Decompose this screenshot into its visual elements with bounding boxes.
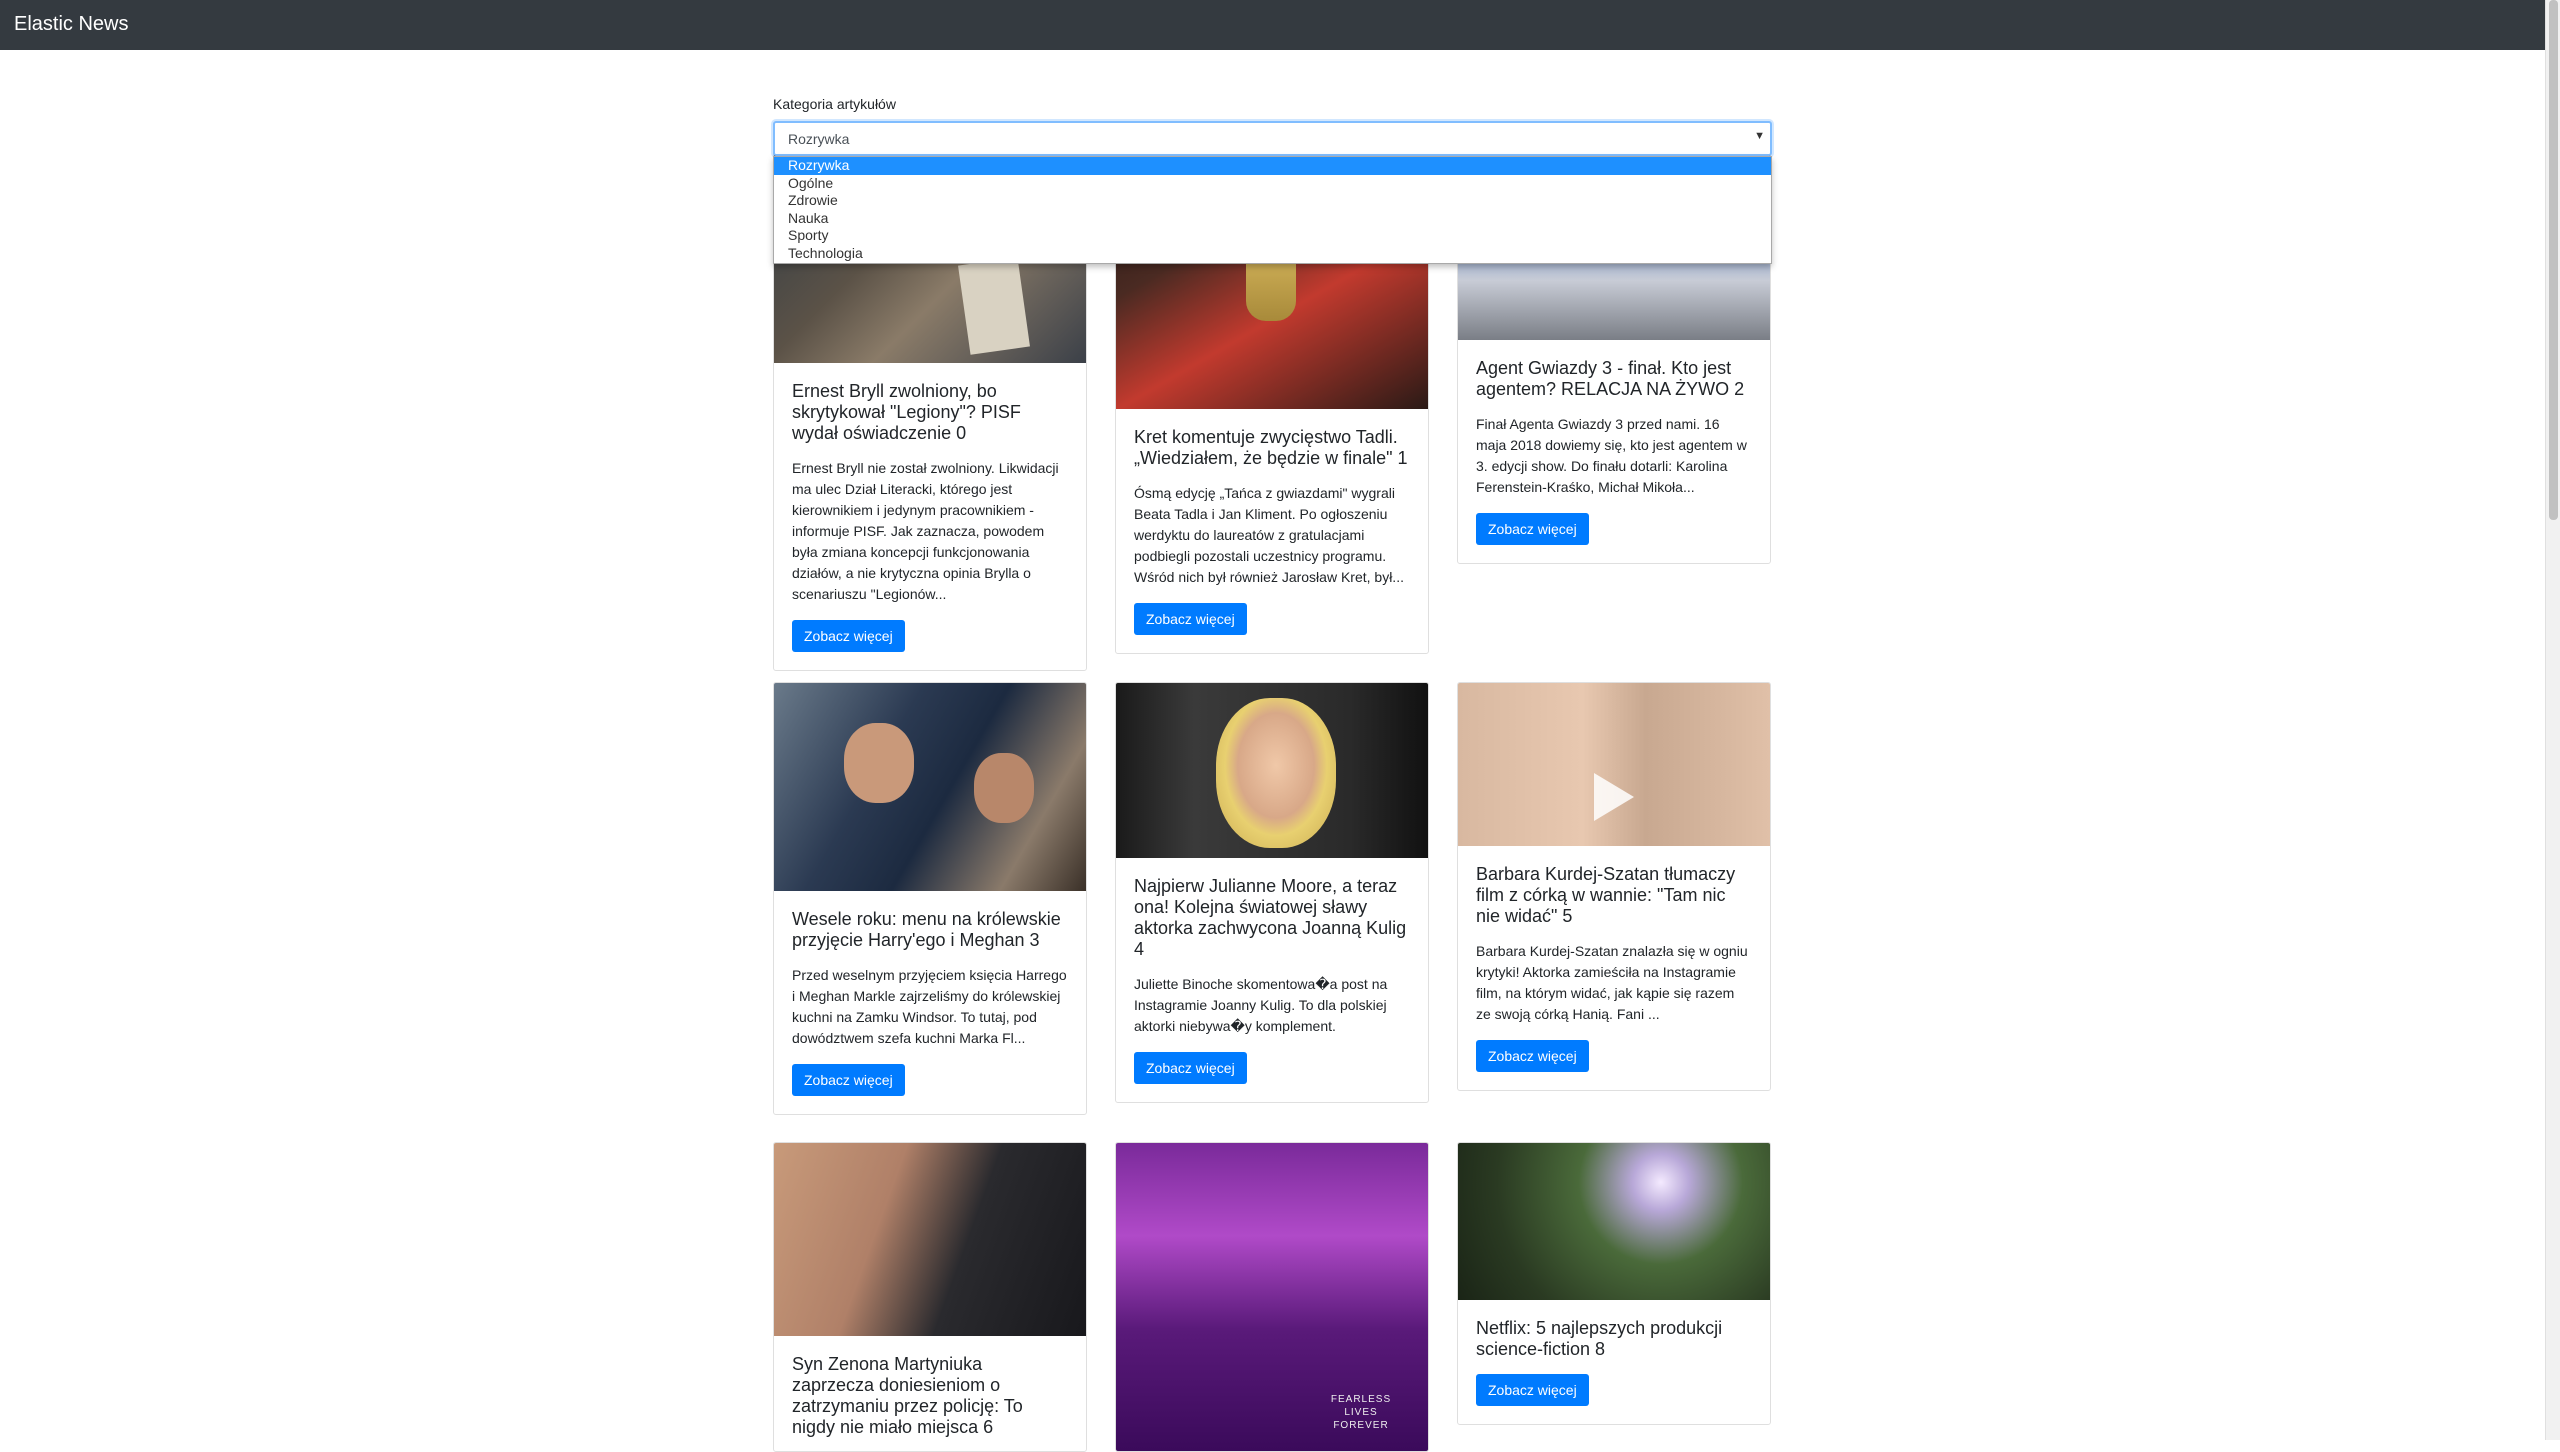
category-select[interactable]: Rozrywka ▼ bbox=[773, 121, 1772, 156]
article-title[interactable]: Wesele roku: menu na królewskie przyjęci… bbox=[792, 909, 1068, 951]
dropdown-arrow-icon[interactable]: ▼ bbox=[1754, 130, 1765, 142]
article-image bbox=[1116, 683, 1428, 858]
top-navbar: Elastic News bbox=[0, 0, 2545, 50]
article-image bbox=[774, 1143, 1086, 1336]
read-more-button[interactable]: Zobacz więcej bbox=[792, 1064, 905, 1096]
article-excerpt: Finał Agenta Gwiazdy 3 przed nami. 16 ma… bbox=[1476, 416, 1747, 495]
article-image bbox=[1458, 1143, 1770, 1300]
dropdown-option-technologia[interactable]: Technologia bbox=[774, 245, 1771, 263]
dropdown-option-sporty[interactable]: Sporty bbox=[774, 227, 1771, 245]
category-select-value: Rozrywka bbox=[788, 131, 850, 147]
scrollbar-thumb[interactable] bbox=[2549, 0, 2558, 520]
article-excerpt: Ósmą edycję „Tańca z gwiazdami" wygrali … bbox=[1134, 485, 1404, 585]
article-excerpt: Barbara Kurdej-Szatan znalazła się w ogn… bbox=[1476, 943, 1748, 1022]
article-title[interactable]: Syn Zenona Martyniuka zaprzecza doniesie… bbox=[792, 1354, 1068, 1438]
article-card: Barbara Kurdej-Szatan tłumaczy film z có… bbox=[1457, 682, 1771, 1091]
dropdown-option-ogolne[interactable]: Ogólne bbox=[774, 175, 1771, 193]
poster-text: FEARLESS LIVES FOREVER bbox=[1330, 1394, 1392, 1431]
read-more-button[interactable]: Zobacz więcej bbox=[1476, 513, 1589, 545]
article-title[interactable]: Netflix: 5 najlepszych produkcji science… bbox=[1476, 1318, 1752, 1360]
read-more-button[interactable]: Zobacz więcej bbox=[1134, 603, 1247, 635]
category-label: Kategoria artykułów bbox=[773, 96, 896, 112]
article-title[interactable]: Ernest Bryll zwolniony, bo skrytykował "… bbox=[792, 381, 1068, 444]
article-image bbox=[1458, 683, 1770, 846]
article-excerpt: Przed weselnym przyjęciem księcia Harreg… bbox=[792, 967, 1067, 1046]
article-excerpt: Ernest Bryll nie został zwolniony. Likwi… bbox=[792, 460, 1059, 602]
dropdown-option-nauka[interactable]: Nauka bbox=[774, 210, 1771, 228]
article-image bbox=[774, 683, 1086, 891]
play-icon[interactable] bbox=[1594, 773, 1634, 822]
article-title[interactable]: Najpierw Julianne Moore, a teraz ona! Ko… bbox=[1134, 876, 1410, 960]
article-image: FEARLESS LIVES FOREVER bbox=[1116, 1143, 1428, 1451]
read-more-button[interactable]: Zobacz więcej bbox=[1476, 1040, 1589, 1072]
read-more-button[interactable]: Zobacz więcej bbox=[1134, 1052, 1247, 1084]
article-card: Najpierw Julianne Moore, a teraz ona! Ko… bbox=[1115, 682, 1429, 1103]
article-card: Wesele roku: menu na królewskie przyjęci… bbox=[773, 682, 1087, 1115]
dropdown-option-rozrywka[interactable]: Rozrywka bbox=[774, 157, 1771, 175]
brand-link[interactable]: Elastic News bbox=[14, 13, 128, 36]
article-card: Syn Zenona Martyniuka zaprzecza doniesie… bbox=[773, 1142, 1087, 1452]
read-more-button[interactable]: Zobacz więcej bbox=[792, 620, 905, 652]
page-scrollbar[interactable] bbox=[2545, 0, 2560, 1440]
article-card: FEARLESS LIVES FOREVER bbox=[1115, 1142, 1429, 1452]
article-title[interactable]: Agent Gwiazdy 3 - finał. Kto jest agente… bbox=[1476, 358, 1752, 400]
category-dropdown-list[interactable]: Rozrywka Ogólne Zdrowie Nauka Sporty Tec… bbox=[773, 156, 1772, 264]
dropdown-option-zdrowie[interactable]: Zdrowie bbox=[774, 192, 1771, 210]
article-excerpt: Juliette Binoche skomentowa�a post na In… bbox=[1134, 976, 1388, 1034]
article-title[interactable]: Barbara Kurdej-Szatan tłumaczy film z có… bbox=[1476, 864, 1752, 927]
article-title[interactable]: Kret komentuje zwycięstwo Tadli. „Wiedzi… bbox=[1134, 427, 1410, 469]
read-more-button[interactable]: Zobacz więcej bbox=[1476, 1374, 1589, 1406]
article-card: Netflix: 5 najlepszych produkcji science… bbox=[1457, 1142, 1771, 1425]
